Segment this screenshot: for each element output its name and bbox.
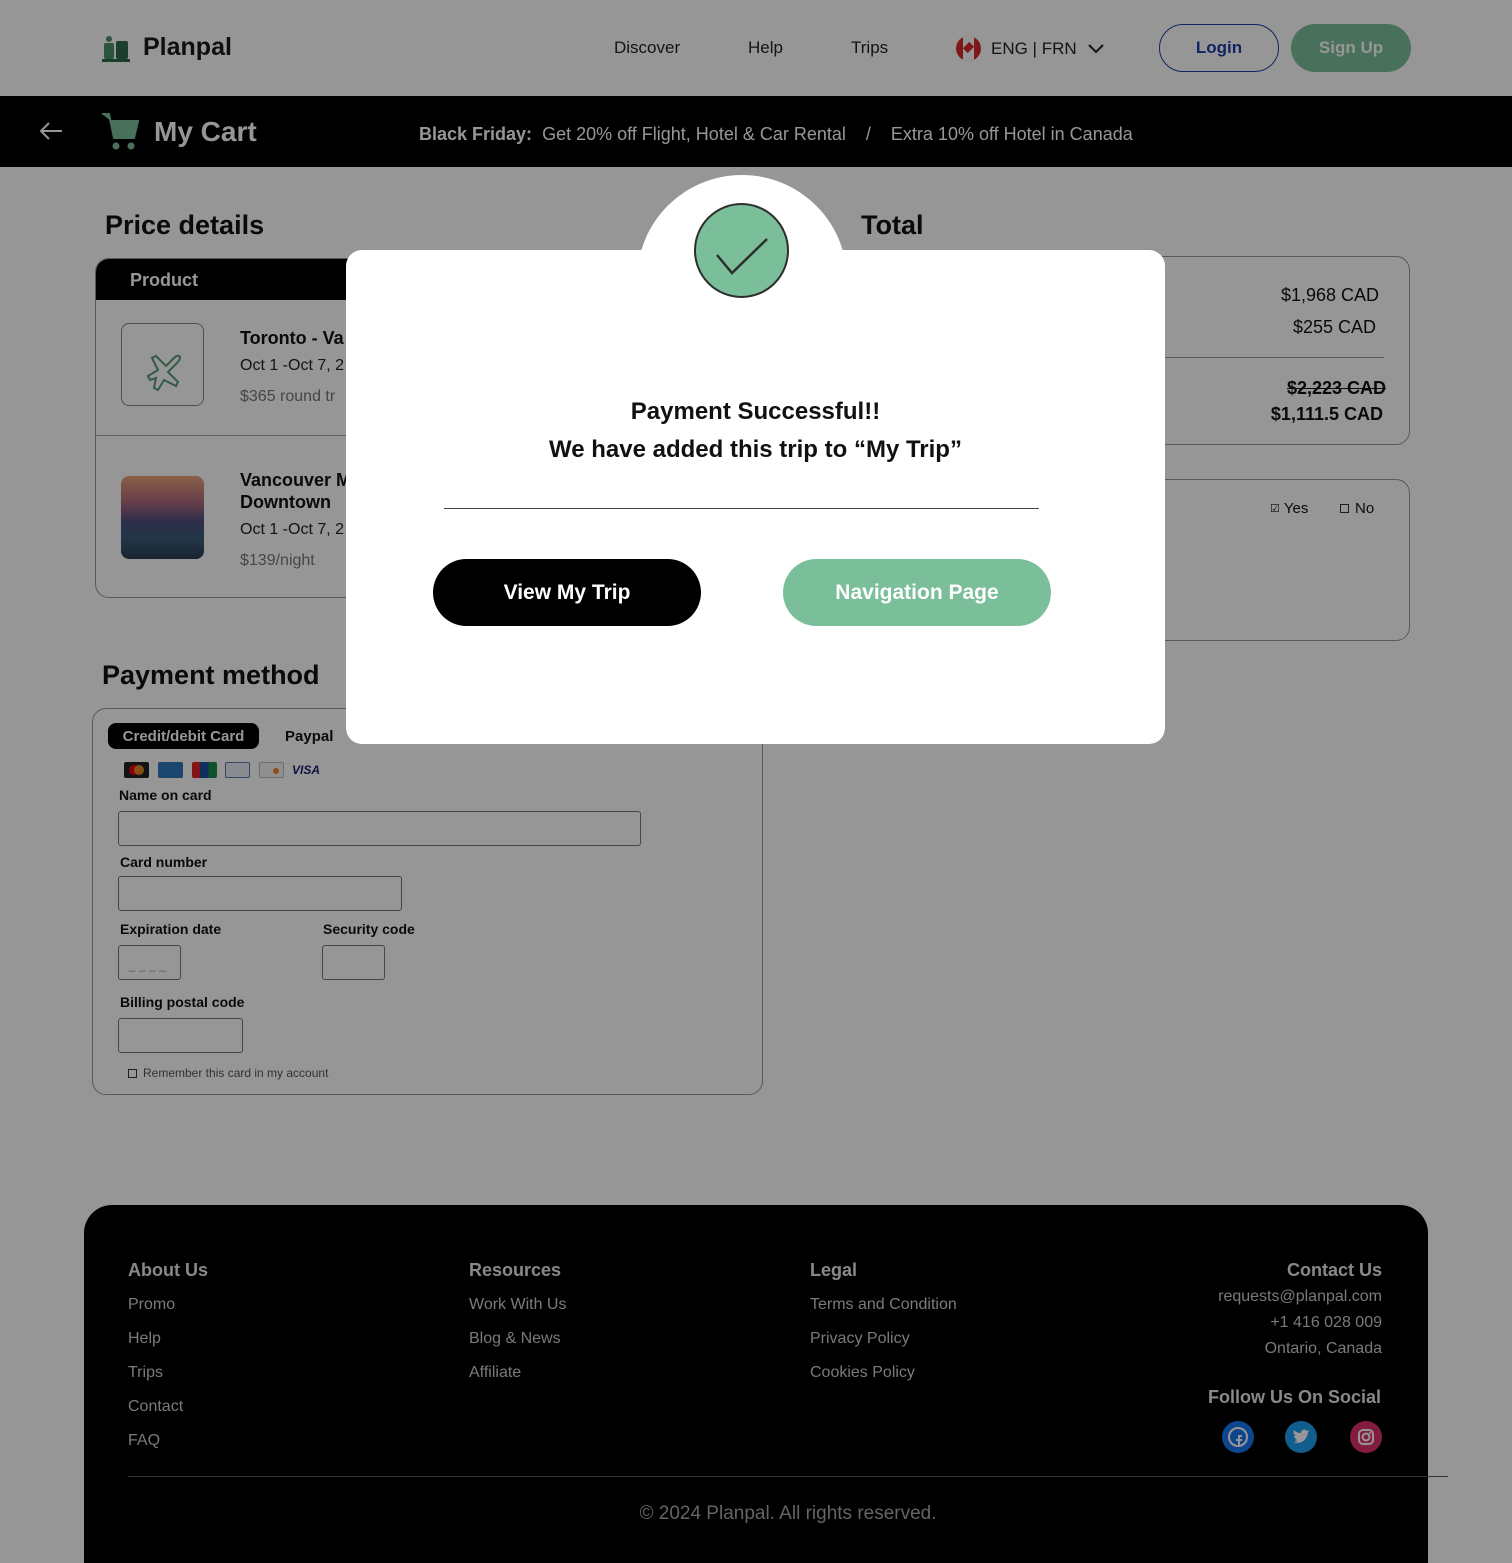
modal-success-title: Payment Successful!! xyxy=(630,398,881,425)
navigation-page-button[interactable]: Navigation Page xyxy=(783,559,1051,626)
success-check-icon xyxy=(694,203,789,298)
view-my-trip-button[interactable]: View My Trip xyxy=(433,559,701,626)
modal-divider xyxy=(444,508,1039,509)
modal-success-message: We have added this trip to “My Trip” xyxy=(549,436,962,463)
payment-success-modal xyxy=(346,250,1165,744)
